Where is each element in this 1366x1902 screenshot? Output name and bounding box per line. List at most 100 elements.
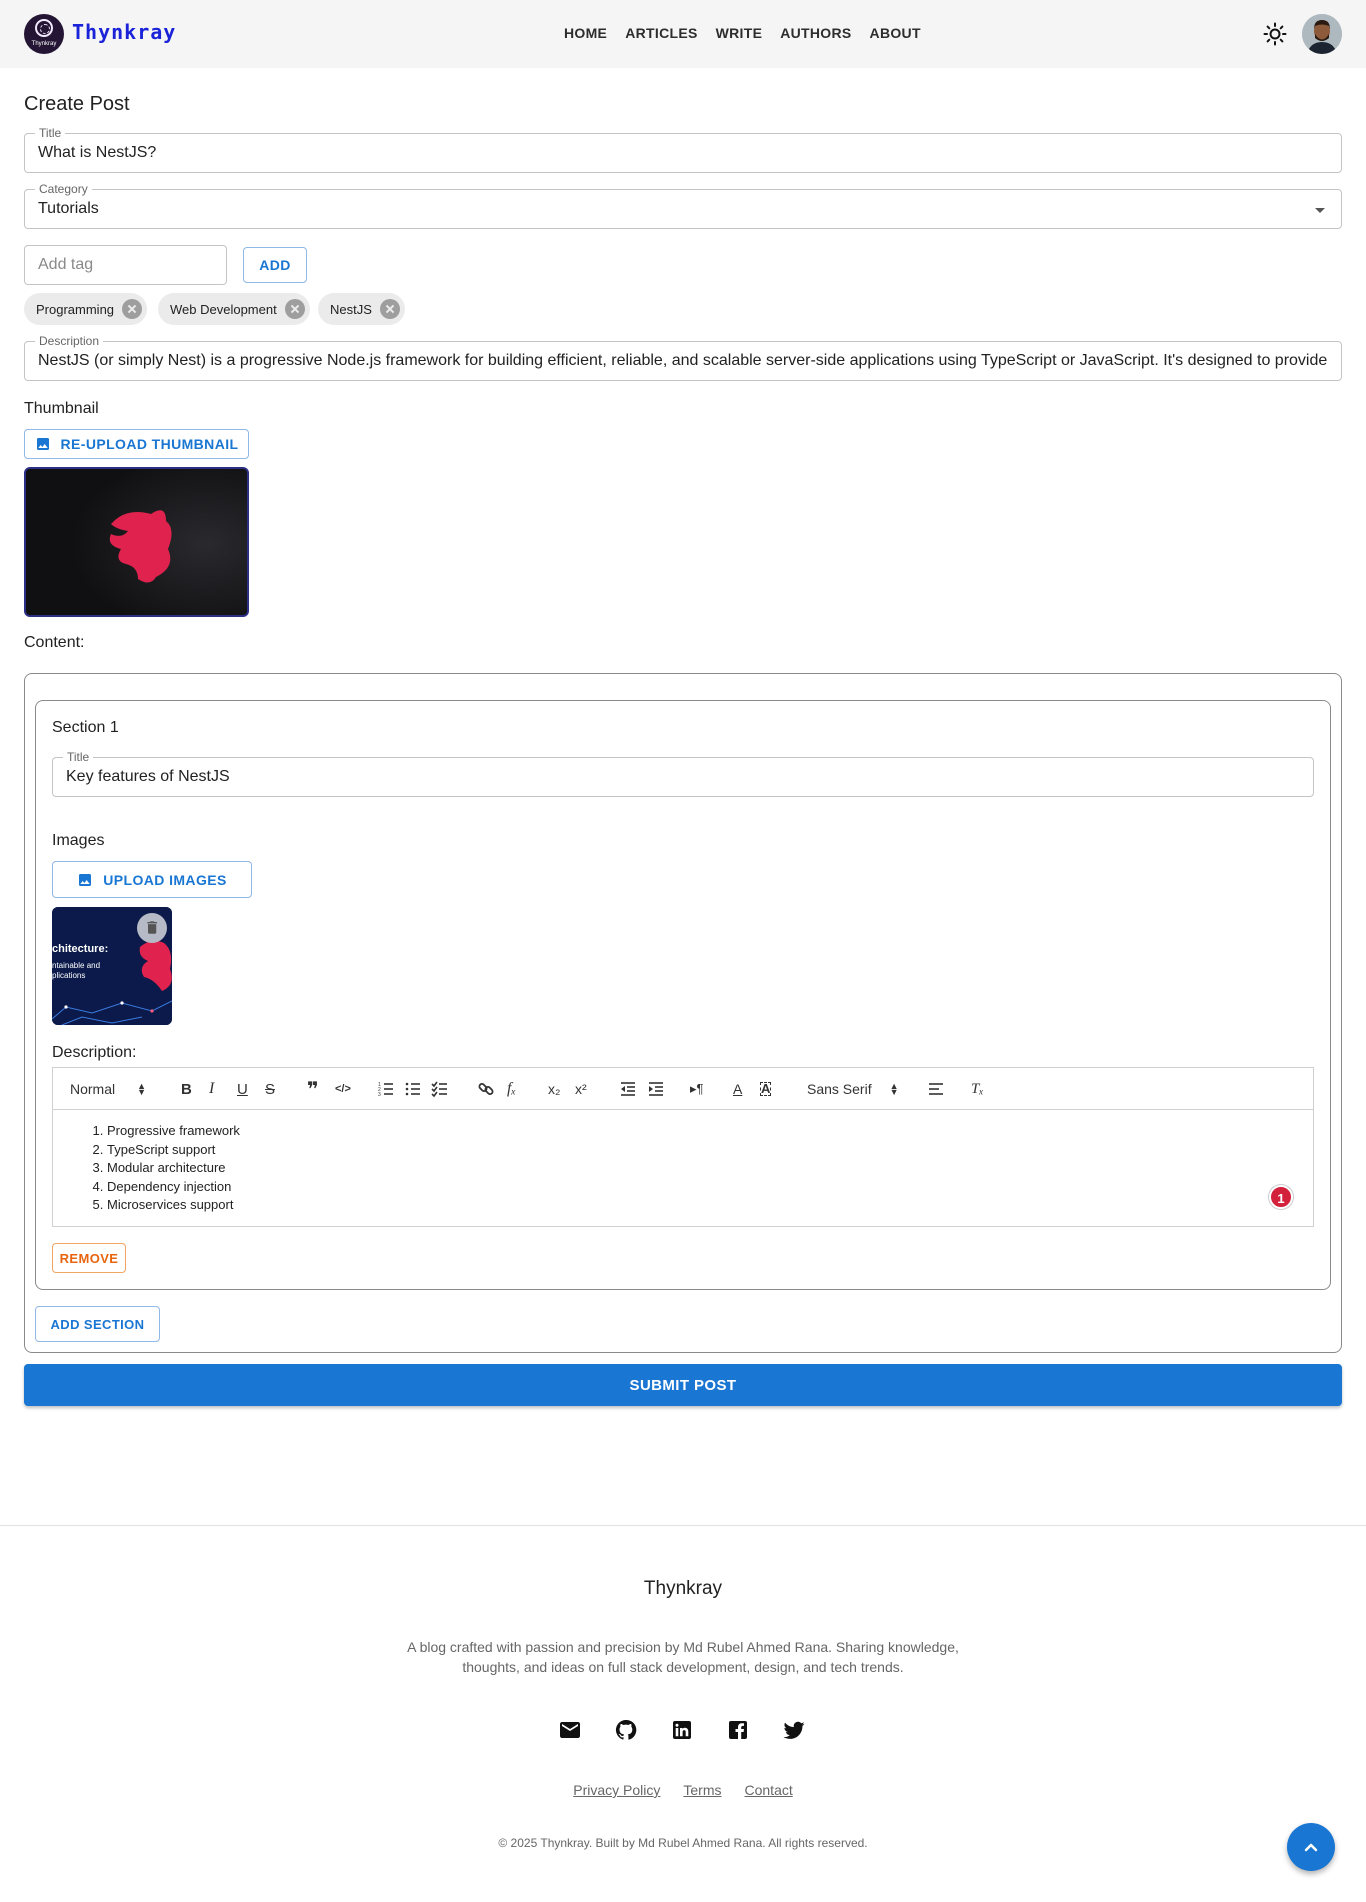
uploaded-image: chitecture: ntainable and plications xyxy=(52,907,172,1025)
copyright-text: © 2025 Thynkray. Built by Md Rubel Ahmed… xyxy=(498,1836,868,1850)
category-label: Category xyxy=(35,182,92,196)
list-item-text: Dependency injection xyxy=(107,1178,232,1194)
chevron-up-icon xyxy=(1304,1843,1318,1852)
outdent-icon[interactable] xyxy=(619,1080,637,1098)
remove-tag-icon[interactable] xyxy=(122,299,143,319)
strikethrough-icon[interactable]: S xyxy=(265,1080,275,1098)
chevron-down-icon xyxy=(1315,208,1325,213)
reupload-thumbnail-button[interactable]: RE-UPLOAD THUMBNAIL xyxy=(24,429,249,459)
blockquote-icon[interactable]: ❞ xyxy=(307,1079,319,1101)
list-item: Dependency injection xyxy=(107,1178,240,1197)
text-direction-icon[interactable]: ▸¶ xyxy=(690,1080,704,1098)
contact-link[interactable]: Contact xyxy=(745,1782,793,1798)
image-icon xyxy=(79,873,92,886)
tag-input-placeholder: Add tag xyxy=(38,256,94,273)
background-color-icon[interactable]: A xyxy=(760,1082,772,1096)
privacy-policy-link[interactable]: Privacy Policy xyxy=(573,1782,660,1798)
section-title-value: Key features of NestJS xyxy=(66,768,230,785)
sun-icon[interactable] xyxy=(1263,22,1287,46)
nestjs-logo-image xyxy=(26,469,247,615)
facebook-icon[interactable] xyxy=(726,1718,750,1742)
align-icon[interactable] xyxy=(927,1080,945,1098)
page-title: Create Post xyxy=(24,93,130,115)
logo-text: Thynkray xyxy=(31,41,57,47)
nav-about[interactable]: ABOUT xyxy=(861,25,930,41)
tag-input[interactable]: Add tag xyxy=(24,245,227,285)
indent-icon[interactable] xyxy=(647,1080,665,1098)
twitter-icon[interactable] xyxy=(782,1718,806,1742)
nav-home[interactable]: HOME xyxy=(555,25,616,41)
select-arrows-icon: ▲ ▼ xyxy=(889,1081,899,1097)
terms-link[interactable]: Terms xyxy=(683,1782,721,1798)
spellcheck-badge[interactable]: 1 xyxy=(1269,1185,1293,1209)
section-description-label: Description: xyxy=(52,1044,137,1061)
submit-post-button[interactable]: SUBMIT POST xyxy=(24,1364,1342,1406)
scroll-to-top-button[interactable] xyxy=(1287,1823,1335,1871)
list-item: TypeScript support xyxy=(107,1141,240,1160)
linkedin-icon[interactable] xyxy=(670,1718,694,1742)
checklist-icon[interactable] xyxy=(431,1080,449,1098)
trash-icon xyxy=(147,921,157,934)
image-icon xyxy=(36,438,49,450)
footer-title: Thynkray xyxy=(643,1578,723,1599)
remove-tag-icon[interactable] xyxy=(284,299,305,319)
bullet-list-icon[interactable] xyxy=(404,1080,422,1098)
remove-tag-icon[interactable] xyxy=(379,299,400,319)
upload-images-label: UPLOAD IMAGES xyxy=(103,871,227,888)
brand-name[interactable]: Thynkray xyxy=(72,20,176,44)
category-select[interactable]: Category Tutorials xyxy=(24,182,1342,229)
thumbnail-preview xyxy=(24,467,249,617)
list-item: Modular architecture xyxy=(107,1159,240,1178)
list-item-text: Modular architecture xyxy=(107,1160,226,1175)
clear-formatting-icon[interactable]: Tₓ xyxy=(971,1080,984,1098)
format-select[interactable]: Normal ▲ ▼ xyxy=(70,1080,146,1098)
italic-icon[interactable]: I xyxy=(209,1080,214,1098)
footer-description: A blog crafted with passion and precisio… xyxy=(407,1639,959,1675)
font-select-value: Sans Serif xyxy=(807,1081,872,1097)
nav-write[interactable]: WRITE xyxy=(707,25,772,41)
description-value: NestJS (or simply Nest) is a progressive… xyxy=(38,352,1328,369)
bold-icon[interactable]: B xyxy=(181,1080,192,1098)
user-avatar[interactable] xyxy=(1302,14,1342,54)
rich-text-editor: Normal ▲ ▼ B I U S ❞ </> 123 fₓ x₂ x² ▸¶… xyxy=(52,1067,1314,1227)
image-caption-line: ntainable and xyxy=(52,961,101,970)
delete-image-button[interactable] xyxy=(137,913,167,943)
subscript-icon[interactable]: x₂ xyxy=(548,1080,560,1098)
formula-icon[interactable]: fₓ xyxy=(507,1080,516,1098)
list-item-text: TypeScript support xyxy=(107,1141,216,1157)
content-label: Content: xyxy=(24,634,85,651)
section-title-field[interactable]: Title Key features of NestJS xyxy=(52,750,1314,797)
category-value: Tutorials xyxy=(38,200,99,217)
ordered-list-icon[interactable]: 123 xyxy=(377,1080,395,1098)
post-title-label: Title xyxy=(35,126,66,140)
footer-divider xyxy=(0,1525,1366,1526)
email-icon[interactable] xyxy=(558,1718,582,1742)
add-section-button[interactable]: ADD SECTION xyxy=(35,1306,160,1342)
text-color-icon[interactable]: A xyxy=(733,1080,742,1098)
brain-icon xyxy=(35,19,53,37)
tag-chip: NestJS xyxy=(318,293,405,325)
list-item-text: Progressive framework xyxy=(107,1123,240,1138)
description-field[interactable]: Description NestJS (or simply Nest) is a… xyxy=(24,334,1342,381)
upload-images-button[interactable]: UPLOAD IMAGES xyxy=(52,861,252,898)
github-icon[interactable] xyxy=(614,1718,638,1742)
social-links xyxy=(558,1718,806,1742)
image-caption-title: chitecture: xyxy=(52,943,109,955)
format-select-value: Normal xyxy=(70,1081,116,1097)
post-title-field[interactable]: Title What is NestJS? xyxy=(24,126,1342,173)
add-tag-button[interactable]: ADD xyxy=(243,247,307,283)
font-select[interactable]: Sans Serif ▲ ▼ xyxy=(807,1080,899,1098)
list-item: Microservices support xyxy=(107,1196,240,1215)
code-block-icon[interactable]: </> xyxy=(335,1080,351,1098)
feature-list: Progressive framework TypeScript support… xyxy=(107,1122,240,1215)
nav-authors[interactable]: AUTHORS xyxy=(771,25,860,41)
editor-content[interactable]: Progressive framework TypeScript support… xyxy=(53,1110,1313,1227)
superscript-icon[interactable]: x² xyxy=(575,1080,587,1098)
list-item-text: Microservices support xyxy=(107,1197,234,1212)
link-icon[interactable] xyxy=(477,1080,495,1098)
remove-section-button[interactable]: REMOVE xyxy=(52,1243,126,1273)
editor-toolbar: Normal ▲ ▼ B I U S ❞ </> 123 fₓ x₂ x² ▸¶… xyxy=(53,1068,1313,1110)
underline-icon[interactable]: U xyxy=(237,1080,248,1098)
site-logo[interactable]: Thynkray xyxy=(24,14,64,54)
nav-articles[interactable]: ARTICLES xyxy=(616,25,706,41)
